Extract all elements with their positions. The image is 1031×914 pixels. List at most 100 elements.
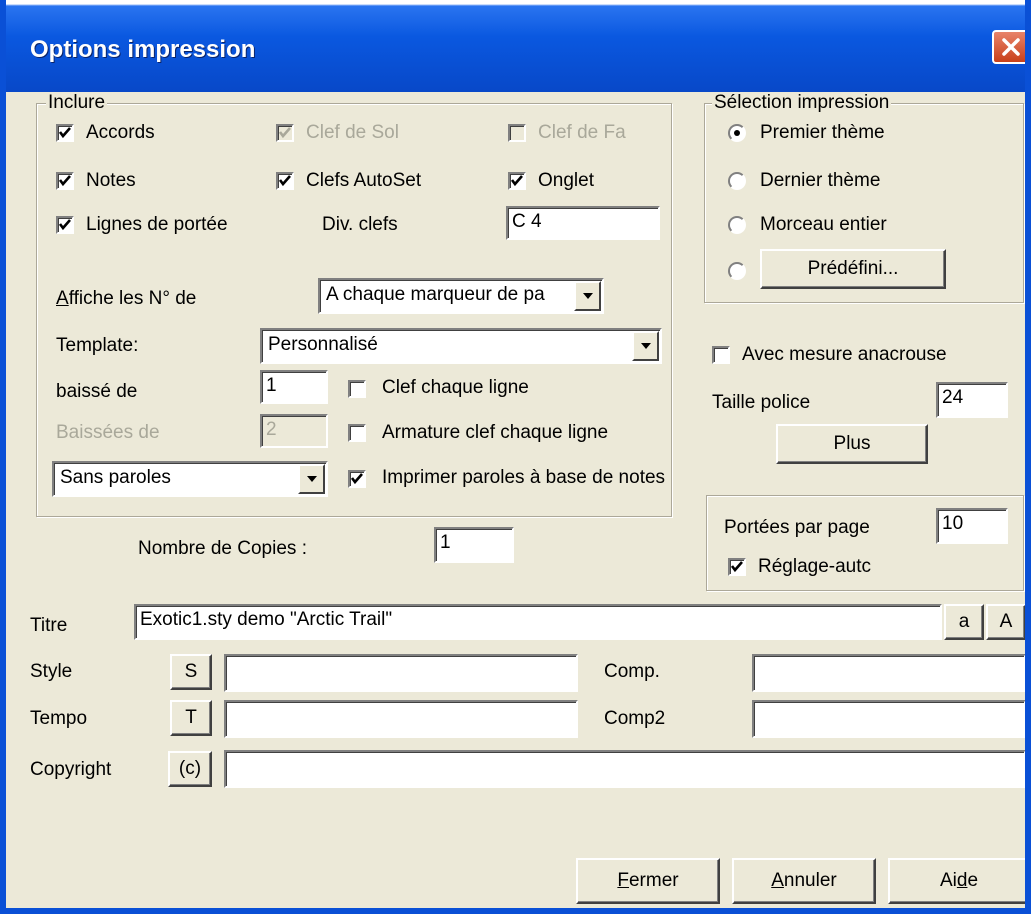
taille-police-label: Taille police (712, 392, 811, 413)
checkmark-icon (58, 219, 71, 231)
affiche-label-rest: ffiche les N° de (68, 288, 197, 309)
aide-label-pre: Ai (939, 870, 957, 891)
template-select[interactable]: Personnalisé (260, 328, 662, 364)
uppercase-button[interactable]: A (986, 604, 1025, 640)
accords-checkbox[interactable] (56, 124, 74, 142)
aide-mnemonic: d (956, 870, 968, 891)
titre-label: Titre (30, 615, 68, 636)
style-input[interactable] (224, 654, 578, 692)
predefini-radio[interactable] (728, 262, 746, 280)
checkmark-icon (58, 127, 71, 139)
print-selection-legend: Sélection impression (712, 92, 892, 114)
onglet-checkbox[interactable] (508, 172, 526, 190)
copyright-button[interactable]: (c) (168, 751, 212, 787)
baisse-label: baissé de (56, 381, 138, 402)
affiche-mnemonic: A (56, 288, 69, 309)
affiche-select[interactable]: A chaque marqueur de pa (318, 278, 604, 314)
template-select-value: Personnalisé (268, 334, 378, 355)
comp2-label: Comp2 (604, 708, 666, 729)
portees-input[interactable]: 10 (936, 508, 1008, 544)
baisse-input[interactable]: 1 (260, 370, 328, 404)
lignes-de-portee-label: Lignes de portée (86, 214, 228, 235)
morceau-entier-radio[interactable] (728, 216, 746, 234)
dropdown-arrow[interactable] (632, 331, 659, 361)
armature-clef-label: Armature clef chaque ligne (382, 422, 609, 443)
div-clefs-label: Div. clefs (322, 214, 398, 235)
chevron-down-icon (582, 293, 593, 299)
taille-police-input[interactable]: 24 (936, 382, 1008, 418)
clef-chaque-ligne-label: Clef chaque ligne (382, 377, 529, 398)
baissees-label: Baissées de (56, 422, 160, 443)
style-label: Style (30, 661, 73, 682)
reglage-auto-checkbox[interactable] (728, 558, 746, 576)
fermer-mnemonic: F (617, 870, 629, 891)
dernier-theme-radio[interactable] (728, 172, 746, 190)
close-button[interactable] (992, 30, 1025, 64)
close-icon (1002, 38, 1020, 56)
print-options-dialog: Options impression Inclure Accords Clef … (0, 0, 1031, 914)
dropdown-arrow[interactable] (298, 464, 325, 494)
dernier-theme-label: Dernier thème (760, 170, 881, 191)
imprimer-paroles-checkbox[interactable] (348, 470, 366, 488)
fermer-label-rest: ermer (628, 870, 679, 891)
paroles-select[interactable]: Sans paroles (52, 461, 328, 497)
comp2-input[interactable] (752, 700, 1025, 738)
annuler-label-rest: nnuler (783, 870, 837, 891)
tempo-label: Tempo (30, 708, 88, 729)
checkmark-icon (58, 175, 71, 187)
copies-label: Nombre de Copies : (138, 538, 307, 559)
plus-button[interactable]: Plus (776, 424, 928, 464)
affiche-label: Affiche les N° de (56, 287, 196, 311)
aide-button[interactable]: Aide (888, 858, 1025, 904)
avec-mesure-checkbox[interactable] (712, 346, 730, 364)
checkmark-icon (510, 175, 523, 187)
title-bar[interactable]: Options impression (6, 0, 1025, 92)
annuler-mnemonic: A (771, 870, 784, 891)
predefini-button[interactable]: Prédéfini... (760, 249, 946, 289)
lignes-de-portee-checkbox[interactable] (56, 216, 74, 234)
chevron-down-icon (306, 476, 317, 482)
clef-de-sol-checkbox (276, 124, 294, 142)
affiche-select-value: A chaque marqueur de pa (326, 284, 545, 305)
paroles-select-value: Sans paroles (60, 467, 171, 488)
lowercase-button[interactable]: a (944, 604, 984, 640)
reglage-auto-label: Réglage-autc (758, 556, 872, 577)
clef-de-fa-label: Clef de Fa (538, 122, 626, 143)
titre-input[interactable]: Exotic1.sty demo "Arctic Trail" (134, 604, 942, 640)
copyright-label: Copyright (30, 759, 112, 780)
template-label: Template: (56, 335, 139, 356)
checkmark-icon (730, 561, 743, 573)
copies-input[interactable]: 1 (434, 527, 514, 563)
clef-chaque-ligne-checkbox[interactable] (348, 380, 366, 398)
notes-checkbox[interactable] (56, 172, 74, 190)
onglet-label: Onglet (538, 170, 594, 191)
checkmark-icon (278, 127, 291, 139)
premier-theme-radio[interactable] (728, 124, 746, 142)
tempo-button[interactable]: T (170, 700, 212, 736)
comp-input[interactable] (752, 654, 1025, 692)
premier-theme-label: Premier thème (760, 122, 885, 143)
avec-mesure-label: Avec mesure anacrouse (742, 344, 947, 365)
notes-label: Notes (86, 170, 136, 191)
clefs-autoset-checkbox[interactable] (276, 172, 294, 190)
morceau-entier-label: Morceau entier (760, 214, 887, 235)
include-legend: Inclure (46, 92, 108, 114)
copyright-input[interactable] (224, 750, 1025, 788)
comp-label: Comp. (604, 661, 660, 682)
clef-de-fa-checkbox (508, 124, 526, 142)
window-title: Options impression (30, 36, 256, 63)
annuler-button[interactable]: Annuler (732, 858, 876, 904)
dropdown-arrow[interactable] (574, 281, 601, 311)
fermer-button[interactable]: Fermer (576, 858, 720, 904)
aide-label-post: e (967, 870, 979, 891)
clef-de-sol-label: Clef de Sol (306, 122, 399, 143)
imprimer-paroles-text: Imprimer paroles à base de notes (382, 467, 666, 488)
tempo-input[interactable] (224, 700, 578, 738)
div-clefs-input[interactable]: C 4 (506, 206, 660, 240)
chevron-down-icon (640, 343, 651, 349)
clefs-autoset-label: Clefs AutoSet (306, 170, 422, 191)
armature-clef-checkbox[interactable] (348, 424, 366, 442)
baissees-input: 2 (260, 414, 328, 448)
style-button[interactable]: S (170, 654, 212, 690)
checkmark-icon (278, 175, 291, 187)
